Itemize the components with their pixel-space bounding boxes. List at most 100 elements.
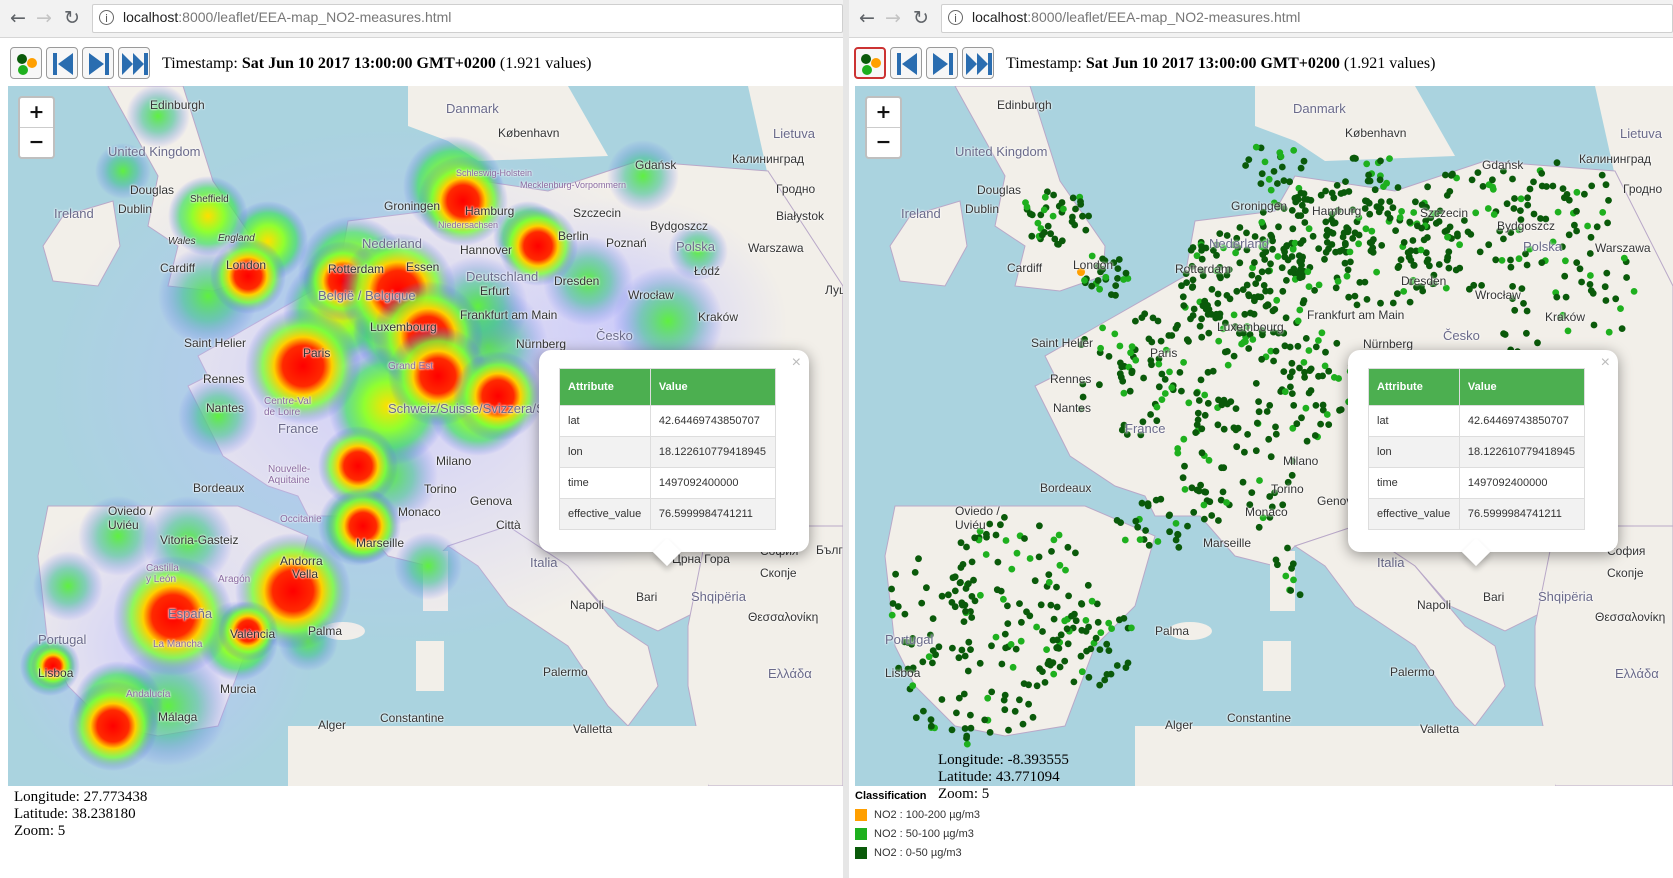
station-dot[interactable] [1269, 237, 1276, 245]
station-dot[interactable] [1040, 206, 1048, 214]
station-dot[interactable] [1029, 713, 1037, 721]
station-dot[interactable] [1004, 602, 1011, 610]
station-dot[interactable] [1474, 169, 1482, 176]
station-dot[interactable] [1361, 278, 1369, 286]
station-dot[interactable] [1084, 581, 1092, 589]
station-dot[interactable] [1035, 553, 1043, 561]
station-dot[interactable] [1261, 158, 1269, 166]
station-dot[interactable] [928, 722, 935, 730]
station-dot[interactable] [1410, 209, 1418, 216]
station-dot[interactable] [1500, 235, 1507, 243]
station-dot[interactable] [1195, 397, 1203, 404]
station-dot[interactable] [1370, 236, 1377, 243]
station-dot[interactable] [1267, 453, 1275, 461]
station-dot[interactable] [1573, 188, 1581, 196]
points-map[interactable]: + − Edinburgh United Kingdom Douglas Ire… [855, 86, 1673, 786]
station-dot[interactable] [1198, 243, 1206, 251]
station-dot[interactable] [962, 608, 969, 615]
station-dot[interactable] [1230, 352, 1238, 360]
station-dot[interactable] [1174, 531, 1182, 539]
station-dot[interactable] [1218, 464, 1225, 472]
station-dot[interactable] [1300, 359, 1308, 366]
station-dot[interactable] [1562, 257, 1569, 265]
station-dot[interactable] [1023, 203, 1031, 211]
station-dot[interactable] [1121, 536, 1129, 544]
station-dot[interactable] [1620, 254, 1628, 262]
station-dot[interactable] [1256, 477, 1263, 484]
station-dot[interactable] [968, 558, 976, 566]
station-dot[interactable] [1185, 337, 1192, 345]
station-dot[interactable] [1009, 663, 1017, 671]
station-dot[interactable] [1161, 390, 1169, 397]
station-dot[interactable] [1446, 223, 1454, 231]
station-dot[interactable] [1342, 178, 1349, 185]
station-dot[interactable] [1424, 183, 1431, 191]
station-dot[interactable] [1193, 486, 1201, 494]
station-dot[interactable] [1291, 194, 1299, 202]
station-dot[interactable] [1116, 370, 1124, 378]
station-dot[interactable] [1252, 447, 1260, 455]
station-dot[interactable] [932, 651, 939, 659]
station-dot[interactable] [1323, 411, 1331, 418]
station-dot[interactable] [1252, 380, 1260, 387]
station-dot[interactable] [1025, 700, 1032, 708]
station-dot[interactable] [1078, 668, 1086, 676]
station-dot[interactable] [1515, 255, 1523, 263]
station-dot[interactable] [1346, 248, 1354, 256]
station-dot[interactable] [1586, 281, 1594, 288]
station-dot[interactable] [1485, 241, 1493, 249]
station-dot[interactable] [1020, 680, 1028, 687]
station-dot[interactable] [1444, 253, 1452, 261]
station-dot[interactable] [957, 539, 965, 547]
station-dot[interactable] [963, 734, 970, 742]
station-dot[interactable] [1366, 177, 1374, 185]
station-dot[interactable] [1325, 421, 1333, 428]
station-dot[interactable] [1001, 706, 1009, 714]
station-dot[interactable] [1047, 601, 1055, 609]
station-dot[interactable] [1194, 409, 1202, 417]
station-dot[interactable] [1189, 276, 1197, 284]
station-dot[interactable] [1377, 204, 1385, 212]
station-dot[interactable] [1565, 231, 1573, 239]
station-dot[interactable] [1565, 196, 1573, 204]
station-dot[interactable] [1264, 267, 1272, 275]
station-dot[interactable] [1205, 456, 1213, 464]
station-dot[interactable] [1576, 265, 1584, 273]
station-dot[interactable] [1377, 157, 1384, 165]
station-dot[interactable] [1332, 284, 1340, 292]
station-dot[interactable] [1312, 402, 1320, 409]
station-dot[interactable] [1152, 496, 1160, 504]
station-dot[interactable] [1307, 196, 1315, 204]
station-dot[interactable] [1011, 707, 1019, 715]
station-dot[interactable] [889, 600, 897, 607]
station-dot[interactable] [929, 615, 937, 622]
station-dot[interactable] [1377, 299, 1384, 307]
station-dot[interactable] [1092, 634, 1100, 642]
station-dot[interactable] [1281, 388, 1289, 396]
station-dot[interactable] [1154, 538, 1162, 545]
station-dot[interactable] [1418, 224, 1425, 232]
station-dot[interactable] [1157, 337, 1165, 345]
station-dot[interactable] [949, 644, 956, 652]
station-dot[interactable] [1230, 311, 1238, 319]
station-dot[interactable] [1394, 264, 1402, 271]
station-dot[interactable] [961, 652, 969, 660]
station-dot[interactable] [1041, 229, 1048, 236]
station-dot[interactable] [1172, 520, 1180, 527]
station-dot[interactable] [1366, 210, 1374, 218]
station-dot[interactable] [1288, 564, 1295, 572]
station-dot[interactable] [1085, 673, 1093, 681]
station-dot[interactable] [1517, 207, 1524, 214]
station-dot[interactable] [1064, 640, 1072, 648]
station-dot[interactable] [1296, 364, 1303, 372]
station-dot[interactable] [1573, 259, 1581, 266]
station-dot[interactable] [1196, 322, 1204, 330]
station-dot[interactable] [1605, 197, 1612, 204]
station-dot[interactable] [1404, 249, 1412, 256]
station-dot[interactable] [1335, 375, 1342, 382]
station-dot[interactable] [1201, 488, 1208, 496]
station-dot[interactable] [1419, 287, 1427, 295]
station-dot[interactable] [1435, 261, 1443, 268]
station-dot[interactable] [1041, 193, 1049, 201]
station-dot[interactable] [1061, 617, 1069, 625]
